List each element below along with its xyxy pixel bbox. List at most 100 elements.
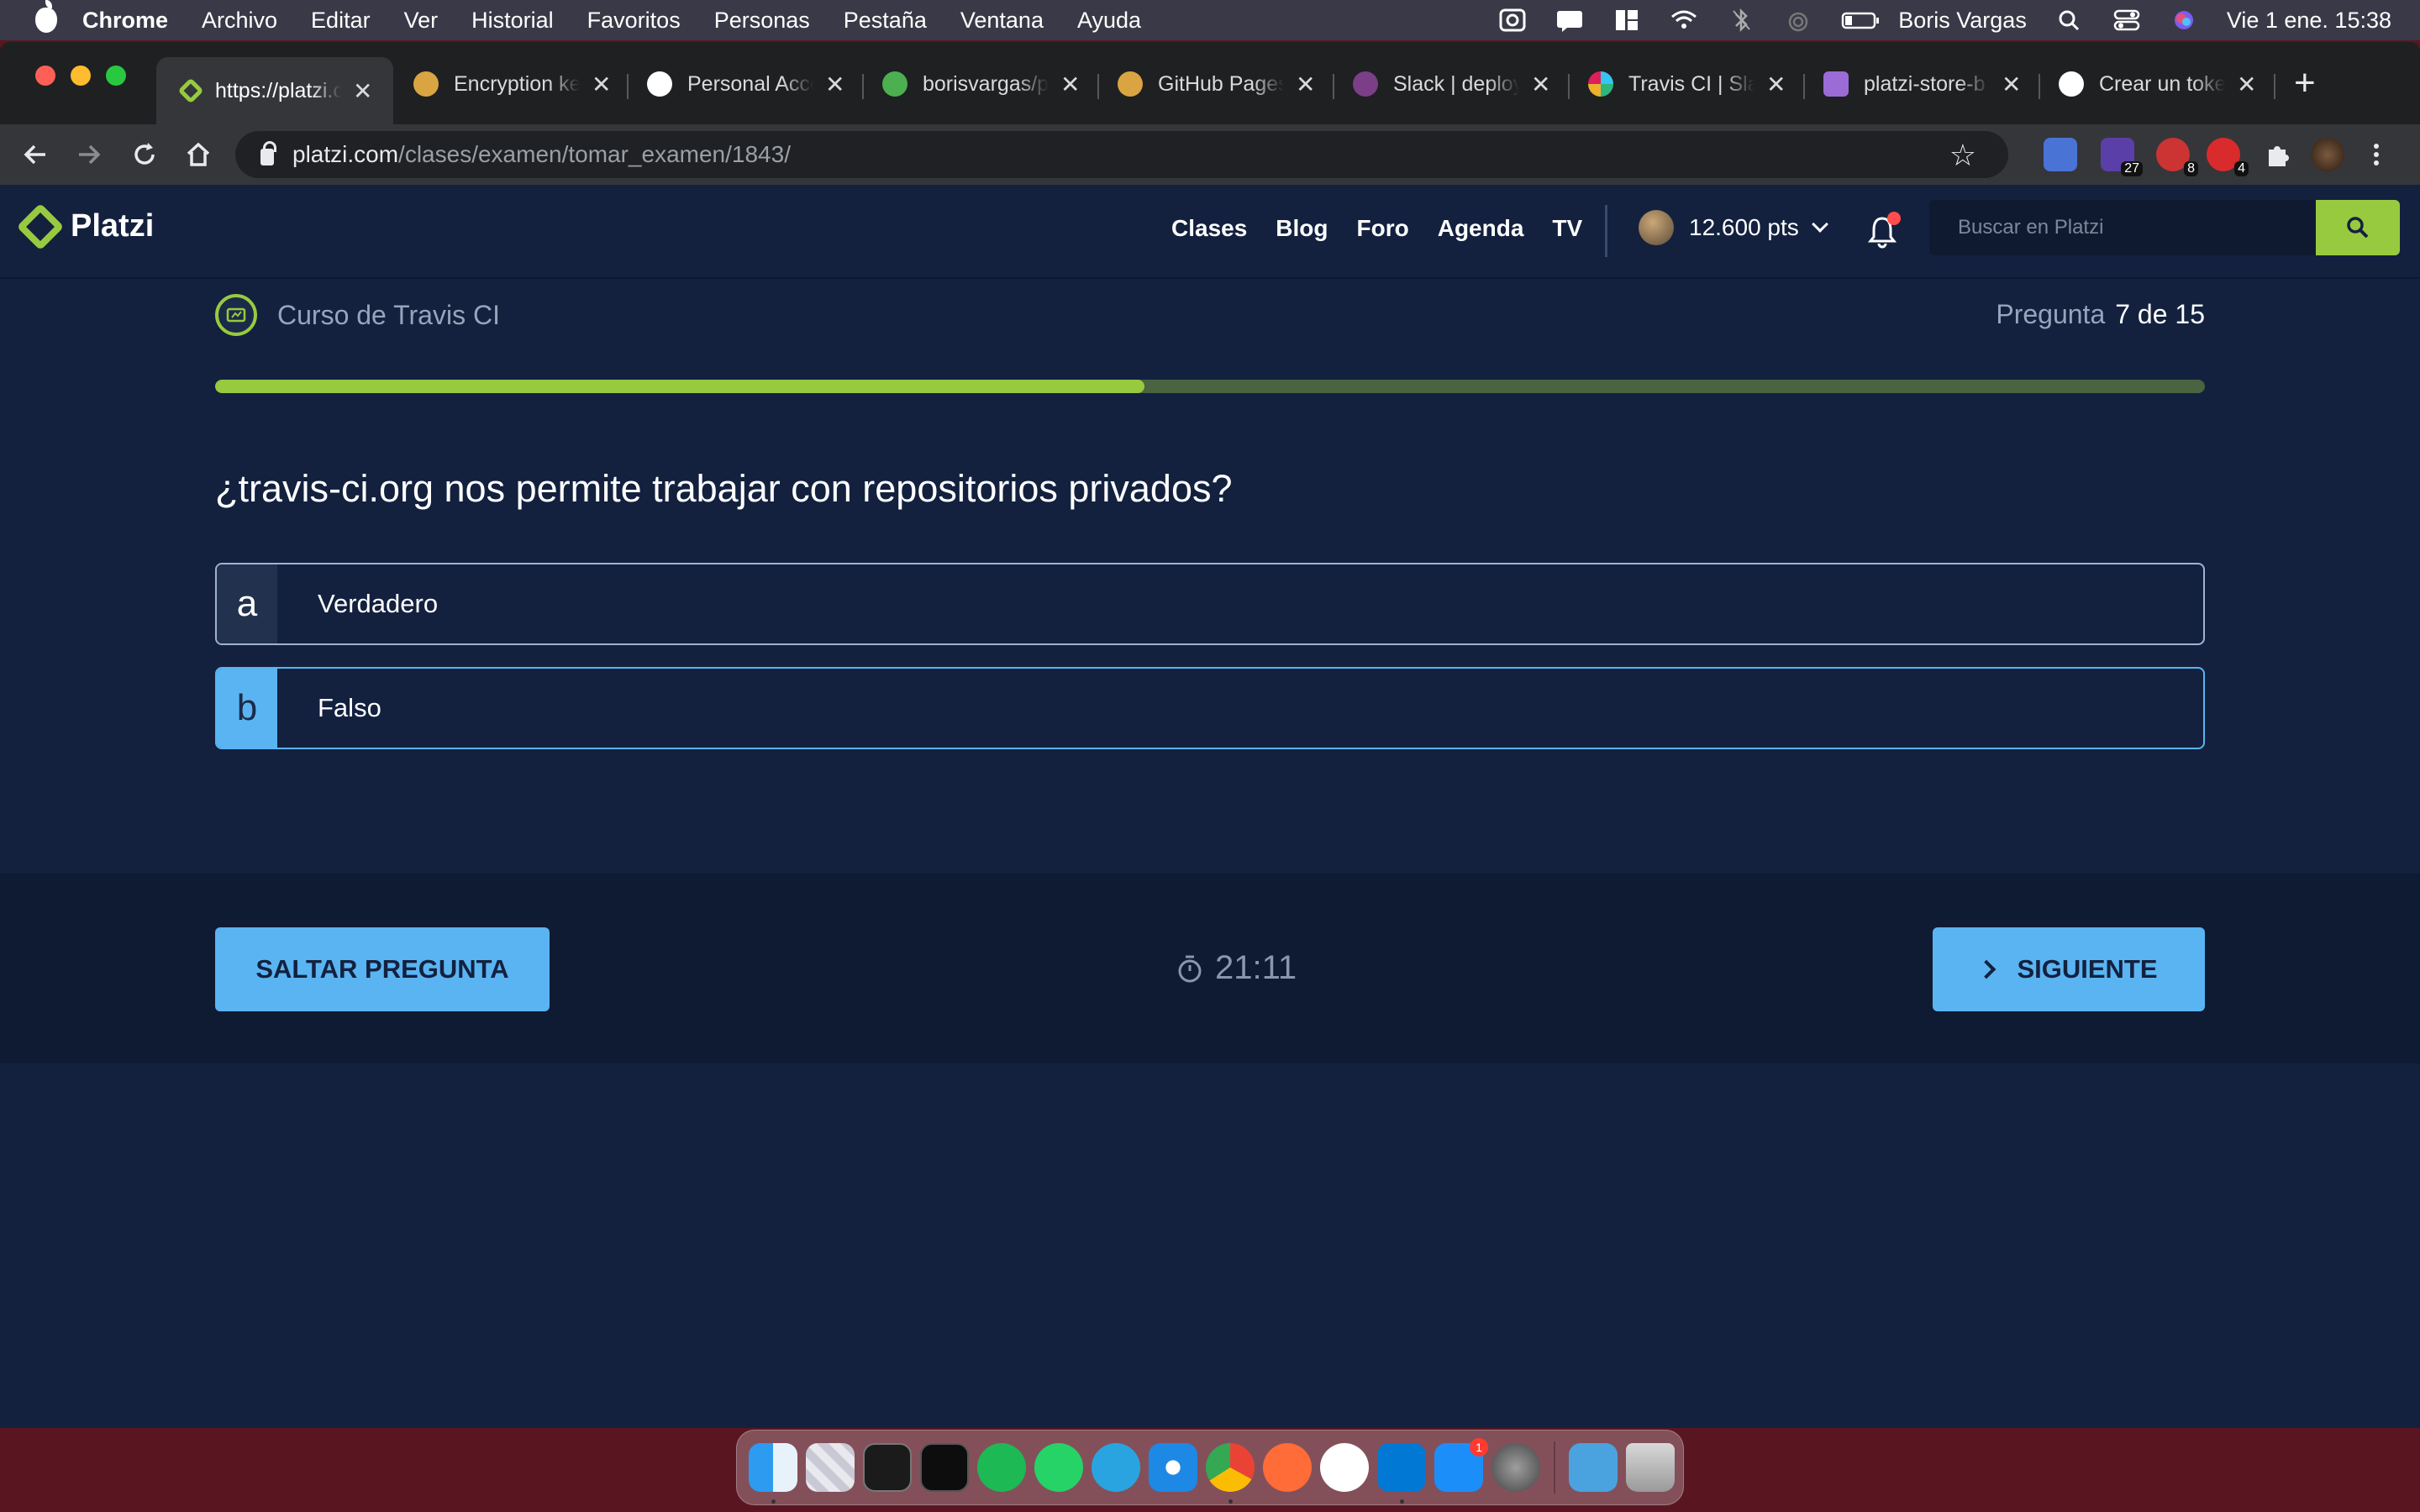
lock-icon[interactable] [260,141,276,165]
adblock-icon[interactable]: 4 [2207,138,2249,176]
platzi-wordmark: Platzi [71,208,155,244]
search-input[interactable]: Buscar en Platzi [1929,200,2316,255]
minimize-window-button[interactable] [71,66,91,86]
close-tab-icon[interactable]: ✕ [2002,71,2021,98]
close-tab-icon[interactable]: ✕ [1296,71,1315,98]
app-store-icon[interactable]: 1 [1434,1438,1488,1492]
wifi-icon[interactable] [1670,8,1698,32]
close-tab-icon[interactable]: ✕ [825,71,844,98]
menu-editar[interactable]: Editar [311,8,371,34]
tab-borisvargas[interactable]: borisvargas/p ✕ [882,57,1080,111]
menu-personas[interactable]: Personas [714,8,810,34]
tab-encryption-keys[interactable]: Encryption keys ✕ [413,57,611,111]
back-arrow-icon[interactable] [20,139,50,170]
extension-badge: 8 [2184,161,2198,176]
tab-github-pages[interactable]: GitHub Pages ✕ [1118,57,1315,111]
telegram-icon[interactable] [1092,1443,1140,1492]
travis-favicon-icon [413,71,439,97]
address-bar[interactable]: platzi.com/clases/examen/tomar_examen/18… [235,131,2008,178]
battery-icon[interactable] [1841,8,1880,32]
chrome-icon[interactable] [1206,1443,1255,1504]
menu-ayuda[interactable]: Ayuda [1077,8,1141,34]
answer-option-a[interactable]: a Verdadero [215,563,2205,645]
next-button[interactable]: SIGUIENTE [1933,927,2205,1011]
close-tab-icon[interactable]: ✕ [1060,71,1080,98]
tab-personal-access[interactable]: Personal Access ✕ [647,57,844,111]
bookmark-star-icon[interactable]: ☆ [1949,138,1976,173]
new-tab-button[interactable]: + [2294,62,2316,104]
tab-platzi-store[interactable]: platzi-store-b ✕ [1823,57,2021,111]
spotify-icon[interactable] [977,1443,1026,1492]
tab-crear-token[interactable]: Crear un token ✕ [2059,57,2256,111]
answer-text: Verdadero [318,589,439,618]
activity-icon[interactable] [1498,8,1527,32]
whatsapp-icon[interactable] [1034,1443,1083,1492]
platzi-logo[interactable]: Platzi [16,202,155,250]
nav-blog[interactable]: Blog [1276,215,1328,242]
nav-clases[interactable]: Clases [1171,215,1247,242]
tab-travis-slack[interactable]: Travis CI | Sla ✕ [1588,57,1786,111]
menu-ver[interactable]: Ver [404,8,439,34]
chrome-menu-icon[interactable] [2368,139,2385,170]
close-tab-icon[interactable]: ✕ [1766,71,1786,98]
apple-menu-icon[interactable] [35,0,57,33]
tab-strip: https://platzi.com ✕ Encryption keys ✕ P… [0,42,2420,124]
menu-pestana[interactable]: Pestaña [844,8,927,34]
forward-arrow-icon[interactable] [74,139,104,170]
close-window-button[interactable] [35,66,55,86]
points-menu[interactable]: 12.600 pts [1639,210,1828,245]
bluetooth-off-icon[interactable] [1727,8,1755,33]
tab-slack-deploy[interactable]: Slack | deploy ✕ [1353,57,1550,111]
menubar-datetime[interactable]: Vie 1 ene. 15:38 [2227,8,2391,34]
tab-platzi[interactable]: https://platzi.com ✕ [156,57,393,124]
menu-ventana[interactable]: Ventana [960,8,1044,34]
reload-icon[interactable] [129,139,160,170]
extension-icon[interactable]: 27 [2101,138,2143,176]
bell-icon[interactable] [1867,212,1901,249]
terminal-icon[interactable] [863,1443,912,1492]
notification-center-icon[interactable] [1555,8,1584,32]
launchpad-icon[interactable] [806,1443,855,1492]
airdrop-icon[interactable] [1784,8,1812,32]
menubar-username[interactable]: Boris Vargas [1898,8,2027,34]
puzzle-icon[interactable] [2262,138,2296,171]
menu-archivo[interactable]: Archivo [202,8,277,34]
zoom-window-button[interactable] [106,66,126,86]
postman-icon[interactable] [1263,1443,1312,1492]
nav-agenda[interactable]: Agenda [1438,215,1524,242]
window-layout-icon[interactable] [1612,8,1641,32]
iterm-icon[interactable] [920,1443,969,1492]
tab-separator [1568,74,1570,99]
siri-icon[interactable] [2170,8,2198,32]
extension-badge: 4 [2234,161,2249,176]
close-tab-icon[interactable]: ✕ [2237,71,2256,98]
vscode-icon[interactable] [1377,1443,1426,1504]
menu-historial[interactable]: Historial [471,8,554,34]
nav-foro[interactable]: Foro [1357,215,1409,242]
control-center-icon[interactable] [2112,8,2141,32]
nav-tv[interactable]: TV [1552,215,1582,242]
answer-option-b[interactable]: b Falso [215,667,2205,749]
skip-question-button[interactable]: SALTAR PREGUNTA [215,927,550,1011]
finder-icon[interactable] [749,1443,797,1504]
notion-icon[interactable] [1320,1443,1369,1492]
close-tab-icon[interactable]: ✕ [353,77,372,105]
profile-avatar[interactable] [2311,138,2344,171]
safari-icon[interactable] [1149,1443,1197,1492]
extension-badge: 27 [2121,161,2143,176]
trash-icon[interactable] [1626,1443,1675,1492]
close-tab-icon[interactable]: ✕ [1531,71,1550,98]
tab-separator [1097,74,1099,99]
home-icon[interactable] [183,139,213,170]
close-tab-icon[interactable]: ✕ [592,71,611,98]
spotlight-search-icon[interactable] [2055,8,2084,32]
tab-title: GitHub Pages [1158,71,1284,96]
menu-app-name[interactable]: Chrome [82,8,168,34]
heroku-favicon-icon [1823,71,1849,97]
search-button[interactable] [2316,200,2400,255]
downloads-folder-icon[interactable] [1569,1443,1618,1492]
menu-favoritos[interactable]: Favoritos [587,8,681,34]
extension-icon[interactable]: 8 [2156,138,2198,176]
translate-icon[interactable] [2044,138,2077,171]
system-preferences-icon[interactable] [1491,1443,1540,1492]
